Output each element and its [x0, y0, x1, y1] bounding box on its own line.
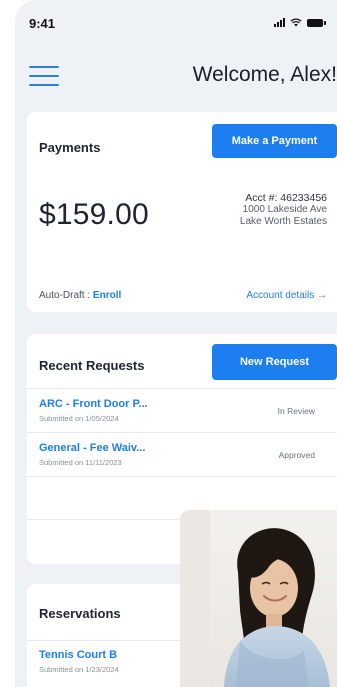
- request-row[interactable]: General - Fee Waiv... Submitted on 11/11…: [27, 432, 337, 476]
- address-line-1: 1000 Lakeside Ave: [242, 204, 327, 215]
- make-payment-button[interactable]: Make a Payment: [212, 124, 337, 158]
- status-bar: 9:41: [15, 0, 337, 44]
- amount-due: $159.00: [39, 198, 149, 231]
- account-details-link[interactable]: Account details →: [246, 290, 327, 301]
- recent-requests-title: Recent Requests: [39, 358, 145, 373]
- request-row[interactable]: ARC - Front Door P... Submitted on 1/05/…: [27, 388, 337, 432]
- request-submitted: Submitted on 11/11/2023: [39, 458, 122, 467]
- new-request-button[interactable]: New Request: [212, 344, 337, 380]
- woman-photo-illustration: [180, 510, 337, 687]
- woman-photo: [180, 510, 337, 687]
- request-title: ARC - Front Door P...: [39, 398, 148, 410]
- request-status: Approved: [278, 450, 315, 460]
- battery-icon: [307, 18, 326, 27]
- account-info: Acct #: 46233456 1000 Lakeside Ave Lake …: [240, 192, 327, 228]
- reservations-title: Reservations: [39, 606, 121, 621]
- signal-icon: [274, 18, 285, 27]
- request-submitted: Submitted on 1/05/2024: [39, 414, 119, 423]
- hamburger-menu-icon[interactable]: [29, 66, 59, 88]
- reservation-submitted: Submitted on 1/23/2024: [39, 665, 119, 674]
- request-status: In Review: [277, 406, 315, 416]
- account-number: Acct #: 46233456: [245, 192, 327, 204]
- wifi-icon: [290, 18, 302, 27]
- payments-card: Payments Make a Payment $159.00 Acct #: …: [27, 112, 337, 312]
- autodraft: Auto-Draft : Enroll: [39, 290, 121, 301]
- enroll-link[interactable]: Enroll: [93, 290, 121, 301]
- status-icons: [274, 18, 326, 27]
- payments-title: Payments: [39, 140, 101, 155]
- request-title: General - Fee Waiv...: [39, 442, 146, 454]
- top-bar: Welcome, Alex!: [15, 56, 337, 96]
- autodraft-label: Auto-Draft :: [39, 290, 91, 301]
- welcome-title: Welcome, Alex!: [192, 63, 337, 86]
- address-line-2: Lake Worth Estates: [239, 216, 327, 227]
- reservation-title[interactable]: Tennis Court B: [39, 649, 117, 661]
- status-time: 9:41: [29, 16, 56, 31]
